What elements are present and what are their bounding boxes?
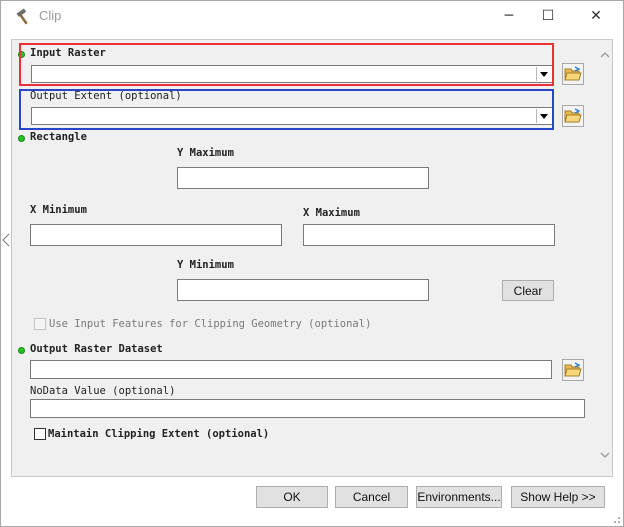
tool-parameters-panel: Input Raster Output Extent (optional) Re… — [11, 39, 613, 477]
x-maximum-input[interactable] — [303, 224, 555, 246]
input-raster-label: Input Raster — [30, 47, 106, 59]
clip-dialog: Clip ─ ☐ ✕ Input Raster Output Extent (o… — [0, 0, 624, 527]
open-folder-icon — [564, 362, 582, 377]
clear-button[interactable]: Clear — [502, 280, 554, 301]
dropdown-arrow-icon[interactable] — [536, 67, 551, 81]
cancel-button[interactable]: Cancel — [335, 486, 408, 508]
dropdown-arrow-icon[interactable] — [536, 109, 551, 123]
maintain-clipping-extent-label: Maintain Clipping Extent (optional) — [48, 428, 270, 440]
required-indicator — [18, 135, 25, 142]
output-extent-label: Output Extent (optional) — [30, 90, 182, 102]
x-minimum-input[interactable] — [30, 224, 282, 246]
window-title: Clip — [39, 8, 62, 23]
scroll-down-icon[interactable] — [600, 452, 610, 458]
use-input-features-label: Use Input Features for Clipping Geometry… — [49, 318, 372, 330]
maximize-button[interactable]: ☐ — [525, 1, 571, 31]
collapse-handle-icon[interactable] — [2, 233, 10, 247]
vertical-scrollbar[interactable] — [596, 40, 612, 476]
x-minimum-label: X Minimum — [30, 204, 87, 216]
input-raster-combo[interactable] — [31, 65, 553, 83]
nodata-label: NoData Value (optional) — [30, 385, 176, 397]
maintain-clipping-extent-checkbox[interactable] — [34, 428, 46, 440]
scroll-up-icon[interactable] — [600, 52, 610, 58]
output-raster-input[interactable] — [30, 360, 552, 379]
rectangle-label: Rectangle — [30, 131, 87, 143]
open-folder-icon — [564, 66, 582, 81]
y-maximum-label: Y Maximum — [177, 147, 234, 159]
y-maximum-input[interactable] — [177, 167, 429, 189]
minimize-icon: ─ — [504, 8, 514, 24]
output-extent-browse-button[interactable] — [562, 105, 584, 127]
y-minimum-input[interactable] — [177, 279, 429, 301]
required-indicator — [18, 347, 25, 354]
close-icon: ✕ — [590, 8, 602, 24]
maximize-icon: ☐ — [541, 8, 555, 24]
use-input-features-checkbox[interactable] — [34, 318, 46, 330]
hammer-icon — [16, 8, 28, 25]
title-bar: Clip ─ ☐ ✕ — [1, 1, 623, 31]
output-raster-label: Output Raster Dataset — [30, 343, 163, 355]
output-raster-browse-button[interactable] — [562, 359, 584, 381]
x-maximum-label: X Maximum — [303, 207, 360, 219]
environments-button[interactable]: Environments... — [416, 486, 502, 508]
y-minimum-label: Y Minimum — [177, 259, 234, 271]
resize-grip-icon[interactable] — [611, 514, 621, 524]
open-folder-icon — [564, 108, 582, 123]
nodata-input[interactable] — [30, 399, 585, 418]
input-raster-browse-button[interactable] — [562, 63, 584, 85]
required-indicator — [18, 51, 25, 58]
ok-button[interactable]: OK — [256, 486, 328, 508]
close-button[interactable]: ✕ — [573, 1, 619, 31]
output-extent-combo[interactable] — [31, 107, 553, 125]
show-help-button[interactable]: Show Help >> — [511, 486, 605, 508]
